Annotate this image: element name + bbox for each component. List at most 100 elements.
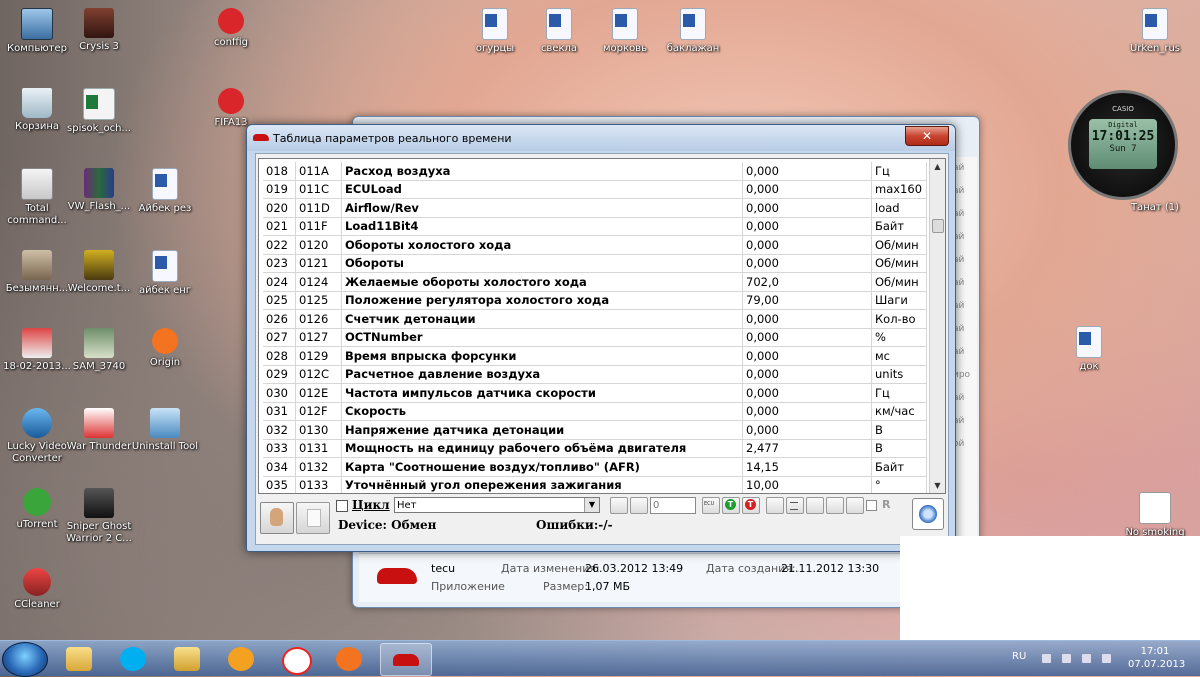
param-unit: max160	[871, 180, 927, 199]
param-unit: %	[871, 328, 927, 347]
desktop-icon-aibek-rez[interactable]: Айбек рез	[128, 168, 202, 215]
param-num: 023	[263, 254, 296, 273]
signal-icon[interactable]	[1082, 654, 1091, 663]
desktop-icon-ccleaner[interactable]: CCleaner	[0, 568, 74, 611]
start-button[interactable]	[2, 642, 48, 677]
disk-icon[interactable]	[912, 498, 944, 530]
table-row[interactable]: 035 0133 Уточнённый угол опережения зажига…	[263, 476, 927, 493]
table-row[interactable]: 026 0126 Счетчик детонации 0,000 Кол-во	[263, 309, 927, 329]
taskbar-origin[interactable]	[324, 643, 374, 674]
taskbar-skype[interactable]	[108, 643, 158, 674]
desktop-icon-morkov[interactable]: морковь	[588, 8, 662, 55]
desktop-icon-conffig[interactable]: conffig	[194, 8, 268, 49]
table-row[interactable]: 032 0130 Напряжение датчика детонации 0,000…	[263, 420, 927, 440]
number-input[interactable]: 0	[650, 497, 696, 514]
volume-icon[interactable]	[1102, 654, 1111, 663]
car-app-icon	[393, 654, 419, 666]
table-row[interactable]: 029 012C Расчетное давление воздуха 0,000 un…	[263, 365, 927, 384]
scroll-up-icon[interactable]: ▲	[930, 159, 945, 174]
language-indicator[interactable]: RU	[1012, 651, 1026, 662]
r-checkbox[interactable]	[866, 500, 877, 511]
desktop-icon-ogurcy[interactable]: огурцы	[458, 8, 532, 55]
desktop-icon-tanat[interactable]: Танат (1)	[1118, 202, 1192, 214]
total-commander-icon	[21, 168, 53, 200]
chevron-down-icon[interactable]: ▼	[584, 498, 599, 512]
close-button[interactable]: ✕	[905, 126, 949, 146]
param-code: 0133	[295, 476, 342, 493]
param-name: Расчетное давление воздуха	[341, 365, 743, 384]
scroll-down-icon[interactable]: ▼	[930, 478, 945, 493]
param-num: 033	[263, 439, 296, 458]
desktop-icon-fifa[interactable]: FIFA13	[194, 88, 268, 129]
params-table: 018 011A Расход воздуха 0,000 Гц 019 011C ECULo…	[263, 162, 927, 493]
taskbar: RU 17:01 07.07.2013	[0, 640, 1200, 677]
tool-button-3[interactable]	[766, 497, 784, 514]
tool-button-6[interactable]	[846, 497, 864, 514]
taskbar-mail[interactable]	[162, 643, 212, 674]
taskbar-yandex[interactable]	[270, 643, 320, 675]
desktop-icon-vw-flash[interactable]: VW_Flash_...	[62, 168, 136, 213]
desktop-icon-dok[interactable]: док	[1052, 326, 1126, 373]
realtime-params-window[interactable]: Таблица параметров реального времени ✕ 0…	[246, 124, 956, 552]
params-grid[interactable]: 018 011A Расход воздуха 0,000 Гц 019 011C ECULo…	[258, 158, 946, 494]
ecu-icon[interactable]	[702, 497, 720, 514]
desktop-icon-baklazhan[interactable]: баклажан	[656, 8, 730, 55]
grid-scrollbar[interactable]: ▲ ▼	[929, 159, 945, 493]
tray-arrow-icon[interactable]	[1042, 654, 1051, 663]
clock-gadget[interactable]: CASIO Digital 17:01:25 Sun 7	[1068, 90, 1178, 200]
tool-button-2[interactable]	[630, 497, 648, 514]
tray-clock[interactable]: 17:01 07.07.2013	[1128, 645, 1185, 671]
battery-icon[interactable]	[1062, 654, 1071, 663]
mode-select[interactable]: Нет ▼	[394, 497, 600, 513]
table-row[interactable]: 021 011F Load11Bit4 0,000 Байт	[263, 217, 927, 236]
taskbar-explorer[interactable]	[54, 643, 104, 674]
table-row[interactable]: 031 012F Скорость 0,000 км/час	[263, 402, 927, 421]
desktop-icon-sniper[interactable]: Sniper Ghost Warrior 2 C...	[62, 488, 136, 545]
desktop-icon-aibek-eng[interactable]: айбек енг	[128, 250, 202, 297]
table-row[interactable]: 018 011A Расход воздуха 0,000 Гц	[263, 162, 927, 181]
lines-icon[interactable]	[786, 497, 804, 514]
taskbar-ecu-app[interactable]	[380, 643, 432, 676]
errors-status: Ошибки:-/-	[536, 518, 613, 532]
table-row[interactable]: 028 0129 Время впрыска форсунки 0,000 мс	[263, 346, 927, 366]
param-num: 032	[263, 420, 296, 440]
tool-button-4[interactable]	[806, 497, 824, 514]
table-row[interactable]: 034 0132 Карта "Соотношение воздух/топливо…	[263, 457, 927, 477]
table-row[interactable]: 030 012E Частота импульсов датчика скорост…	[263, 383, 927, 403]
table-row[interactable]: 024 0124 Желаемые обороты холостого хода 70…	[263, 272, 927, 292]
param-name: Скорость	[341, 402, 743, 421]
tool-button-1[interactable]	[610, 497, 628, 514]
clock-time: 17:01:25	[1091, 129, 1155, 144]
param-num: 034	[263, 457, 296, 477]
table-row[interactable]: 033 0131 Мощность на единицу рабочего объё…	[263, 439, 927, 458]
window-titlebar[interactable]: Таблица параметров реального времени ✕	[247, 125, 955, 151]
param-name: ECULoad	[341, 180, 743, 199]
hand-stop-button[interactable]	[260, 502, 294, 534]
table-row[interactable]: 022 0120 Обороты холостого хода 0,000 Об/мин	[263, 235, 927, 255]
table-row[interactable]: 019 011C ECULoad 0,000 max160	[263, 180, 927, 199]
table-row[interactable]: 023 0121 Обороты 0,000 Об/мин	[263, 254, 927, 273]
table-row[interactable]: 020 011D Airflow/Rev 0,000 load	[263, 198, 927, 218]
table-row[interactable]: 027 0127 OCTNumber 0,000%	[263, 328, 927, 347]
explorer-details-pane: tecu Приложение Дата изменения: 26.03.20…	[359, 553, 971, 602]
param-value: 0,000	[742, 162, 872, 181]
desktop-icon-war-thunder[interactable]: War Thunder	[62, 408, 136, 453]
green-t-icon[interactable]	[722, 497, 740, 514]
tool-button-5[interactable]	[826, 497, 844, 514]
desktop-icon-svekla[interactable]: свекла	[522, 8, 596, 55]
desktop-icon-spisok[interactable]: spisok_och...	[62, 88, 136, 135]
desktop-icon-sam3740[interactable]: SAM_3740	[62, 328, 136, 373]
desktop-icon-origin[interactable]: Origin	[128, 328, 202, 369]
cycle-checkbox[interactable]	[336, 500, 348, 512]
desktop-icon-urken[interactable]: Urken_rus	[1118, 8, 1192, 55]
table-row[interactable]: 025 0125 Положение регулятора холостого хо…	[263, 291, 927, 310]
desktop-icon-welcome[interactable]: Welcome.t...	[62, 250, 136, 295]
desktop-icon-no-smoking[interactable]: No smoking	[1118, 492, 1192, 539]
scroll-thumb[interactable]	[932, 219, 944, 233]
desktop-icon-crysis[interactable]: Crysis 3	[62, 8, 136, 53]
desktop-icon-uninstall-tool[interactable]: Uninstall Tool	[128, 408, 202, 453]
document-button[interactable]	[296, 502, 330, 534]
red-t-icon[interactable]	[742, 497, 760, 514]
taskbar-mailru[interactable]	[216, 643, 266, 674]
photo-file-icon	[84, 328, 114, 358]
